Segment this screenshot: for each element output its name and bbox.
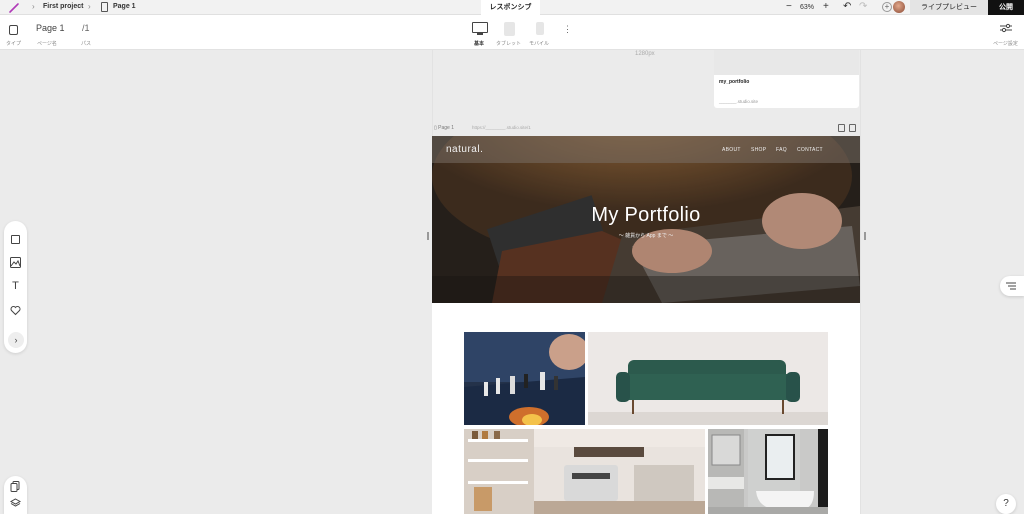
gallery-image-sofa[interactable] <box>588 332 828 425</box>
export-icon[interactable] <box>849 124 856 132</box>
page-file-icon: ▯ <box>434 125 437 131</box>
resize-handle-left[interactable] <box>427 232 429 240</box>
page-path-field[interactable]: /1 <box>82 23 90 33</box>
frame-page-label[interactable]: ▯ Page 1 <box>434 125 454 131</box>
hero-section[interactable]: natural. ABOUT SHOP FAQ CONTACT My Portf… <box>432 136 860 303</box>
list-icon <box>1006 282 1016 290</box>
site-logo[interactable]: natural. <box>446 144 483 155</box>
desktop-icon[interactable] <box>472 22 488 35</box>
chevron-right-icon: › <box>88 2 91 11</box>
gallery-image-bathroom[interactable] <box>708 429 828 514</box>
card-url: _______.studio.site <box>719 99 759 104</box>
nav-link-shop[interactable]: SHOP <box>751 147 766 153</box>
page-toolbar: タイプ Page 1 ページ名 /1 パス 基本 タブレット モバイル ⋮ ペー… <box>0 15 1024 50</box>
gallery-image-cafe[interactable] <box>464 429 705 514</box>
page-name-label: ページ名 <box>37 41 57 47</box>
guide-line <box>860 50 861 514</box>
avatar[interactable] <box>893 1 905 13</box>
studio-logo-icon[interactable] <box>8 2 20 14</box>
hero-title[interactable]: My Portfolio <box>432 204 860 227</box>
page-type-icon[interactable] <box>9 25 18 35</box>
hero-subtitle[interactable]: 〜 雑貨から App まで 〜 <box>432 232 860 239</box>
heart-icon[interactable] <box>10 305 21 316</box>
card-thumbnail <box>714 50 859 75</box>
help-button[interactable]: ? <box>996 494 1016 514</box>
gallery-image-chess[interactable] <box>464 332 585 425</box>
redo-icon[interactable]: ↷ <box>859 1 867 13</box>
page-settings-label[interactable]: ページ設定 <box>993 40 1018 47</box>
box-tool-icon[interactable] <box>11 235 20 244</box>
tablet-label[interactable]: タブレット <box>496 40 521 47</box>
publish-button[interactable]: 公開 <box>988 0 1024 15</box>
tablet-icon[interactable] <box>504 22 515 36</box>
image-tool-icon[interactable] <box>10 257 21 268</box>
zoom-in-button[interactable]: + <box>823 1 829 13</box>
more-vertical-icon[interactable]: ⋮ <box>563 24 572 34</box>
gallery-section[interactable] <box>432 303 860 514</box>
desktop-label[interactable]: 基本 <box>474 40 484 47</box>
text-tool-icon[interactable]: T <box>10 281 21 292</box>
add-user-icon[interactable]: + <box>882 2 892 12</box>
undo-icon[interactable]: ↶ <box>843 1 851 13</box>
nav-link-contact[interactable]: CONTACT <box>797 147 823 153</box>
breadcrumb-project[interactable]: First project <box>43 2 83 12</box>
mobile-icon[interactable] <box>536 22 544 35</box>
pages-icon[interactable] <box>10 481 21 492</box>
tool-palette: T › <box>4 221 27 353</box>
breadcrumb-page[interactable]: Page 1 <box>113 2 136 12</box>
responsive-mode-tab[interactable]: レスポンシブ <box>481 0 540 15</box>
expand-palette-button[interactable]: › <box>8 332 24 348</box>
layers-icon[interactable] <box>10 498 21 509</box>
page-path-label: パス <box>81 41 92 47</box>
page-file-icon <box>101 2 108 12</box>
zoom-out-button[interactable]: − <box>786 1 792 13</box>
outline-panel-button[interactable] <box>1000 276 1024 296</box>
nav-link-faq[interactable]: FAQ <box>776 147 787 153</box>
chevron-right-icon: › <box>32 2 35 11</box>
site-canvas[interactable]: natural. ABOUT SHOP FAQ CONTACT My Portf… <box>432 136 860 514</box>
site-navbar: natural. ABOUT SHOP FAQ CONTACT <box>432 136 860 163</box>
top-bar: › First project › Page 1 レスポンシブ − 63% + … <box>0 0 1024 15</box>
zoom-level[interactable]: 63% <box>800 3 814 12</box>
nav-link-about[interactable]: ABOUT <box>722 147 741 153</box>
sliders-icon[interactable] <box>1000 23 1012 33</box>
mobile-preview-icon[interactable] <box>838 124 845 132</box>
live-preview-button[interactable]: ライブプレビュー <box>910 0 988 15</box>
page-name-field[interactable]: Page 1 <box>36 23 65 33</box>
bottom-palette <box>4 476 27 514</box>
ruler-width-label: 1280px <box>635 51 655 57</box>
mobile-label[interactable]: モバイル <box>529 40 549 47</box>
frame-url[interactable]: https://________.studio.site/1 <box>472 125 531 130</box>
type-label: タイプ <box>6 41 22 47</box>
card-title: my_portfolio <box>719 79 750 85</box>
resize-handle-right[interactable] <box>864 232 866 240</box>
project-card[interactable]: my_portfolio _______.studio.site <box>714 50 859 108</box>
